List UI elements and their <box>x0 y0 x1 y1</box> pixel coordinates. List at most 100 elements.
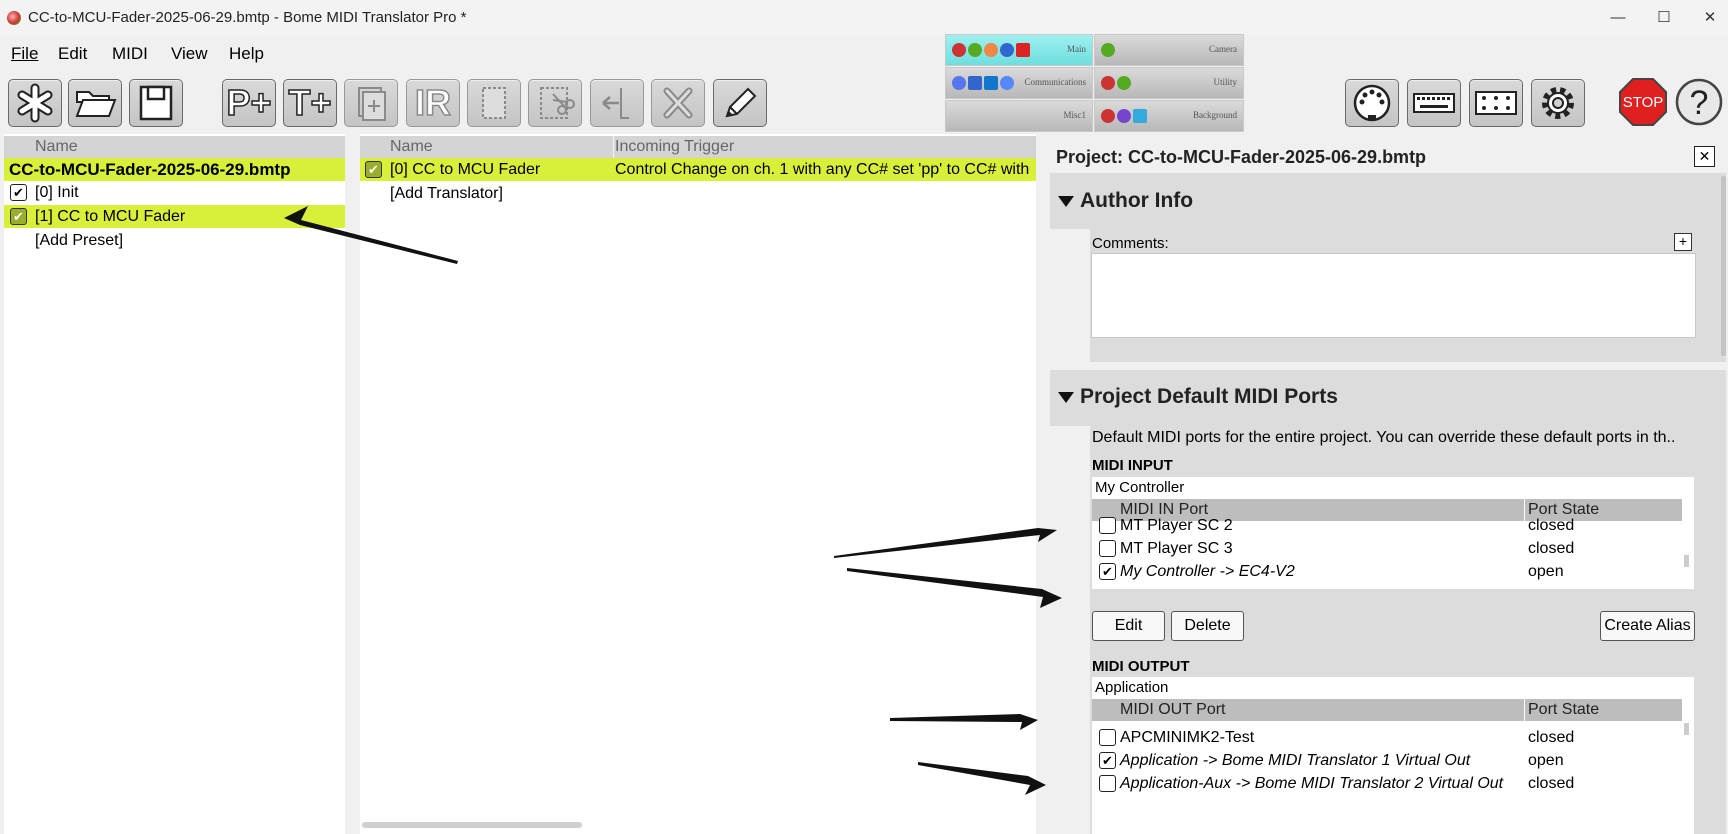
help-label: ? <box>1690 84 1709 122</box>
menu-view[interactable]: View <box>171 44 208 64</box>
midi-ports-button[interactable] <box>1345 79 1399 127</box>
properties-scrollbar[interactable] <box>1721 176 1726 356</box>
comments-textarea[interactable] <box>1091 253 1696 338</box>
midi-in-port-row[interactable]: MT Player SC 2 closed <box>1092 514 1682 537</box>
edit-alias-button[interactable]: Edit <box>1092 611 1165 641</box>
preset-row-selected[interactable]: ✔ [1] CC to MCU Fader <box>4 205 345 228</box>
new-project-button[interactable] <box>8 79 62 127</box>
port-state: open <box>1528 752 1564 769</box>
add-preset-link[interactable]: [Add Preset] <box>35 229 123 252</box>
midi-in-port-row[interactable]: ✔ My Controller -> EC4-V2 open <box>1092 560 1682 583</box>
project-row[interactable]: CC-to-MCU-Fader-2025-06-29.bmtp <box>4 158 345 181</box>
tab-main-label: Main <box>1067 44 1086 54</box>
midi-in-port-row[interactable]: MT Player SC 3 closed <box>1092 537 1682 560</box>
tab-camera-label: Camera <box>1209 44 1237 54</box>
project-name: CC-to-MCU-Fader-2025-06-29.bmtp <box>9 160 291 179</box>
port-table-scrollbar[interactable] <box>1684 723 1689 735</box>
add-translator-link[interactable]: [Add Translator] <box>390 182 503 205</box>
tab-misc1[interactable]: Misc1 <box>945 100 1093 132</box>
copy-button[interactable] <box>467 79 521 127</box>
stop-icon[interactable]: STOP <box>1618 77 1668 127</box>
open-project-button[interactable] <box>68 79 122 127</box>
midi-ports-heading: Project Default MIDI Ports <box>1080 385 1338 408</box>
comments-label: Comments: <box>1092 235 1169 252</box>
splitter[interactable] <box>345 134 360 834</box>
dots-button[interactable] <box>1469 79 1523 127</box>
port-state: closed <box>1528 517 1575 534</box>
app-icon <box>968 76 982 90</box>
midi-out-port-row[interactable]: ✔ Application -> Bome MIDI Translator 1 … <box>1092 749 1682 772</box>
preset-column-header: Name <box>4 136 345 158</box>
preset-checkbox[interactable]: ✔ <box>10 184 27 201</box>
port-checkbox[interactable] <box>1099 517 1116 534</box>
add-preset-button[interactable]: P+ <box>222 79 276 127</box>
tab-utility[interactable]: Utility <box>1094 67 1244 99</box>
menu-edit[interactable]: Edit <box>58 44 87 64</box>
keyboard-button[interactable] <box>1407 79 1461 127</box>
port-checkbox[interactable] <box>1099 729 1116 746</box>
port-checkbox[interactable]: ✔ <box>1099 752 1116 769</box>
collapse-triangle-icon[interactable] <box>1058 196 1074 207</box>
preset-row[interactable]: ✔ [0] Init <box>4 181 345 204</box>
port-checkbox[interactable] <box>1099 775 1116 792</box>
settings-button[interactable] <box>1531 79 1585 127</box>
tab-camera[interactable]: Camera <box>1094 34 1244 66</box>
translator-row-selected[interactable]: ✔ [0] CC to MCU Fader Control Change on … <box>360 158 1036 181</box>
tab-background-label: Background <box>1193 110 1237 120</box>
author-info-section: Comments: + <box>1090 229 1726 362</box>
tab-main[interactable]: Main <box>945 34 1093 66</box>
tab-communications[interactable]: Communications <box>945 67 1093 99</box>
author-info-heading: Author Info <box>1080 189 1194 212</box>
tab-background[interactable]: Background <box>1094 100 1244 132</box>
paste-icon <box>602 88 629 119</box>
create-alias-button[interactable]: Create Alias <box>1600 611 1695 641</box>
port-checkbox[interactable]: ✔ <box>1099 563 1116 580</box>
translator-trigger: Control Change on ch. 1 with any CC# set… <box>615 161 1030 178</box>
paste-button[interactable] <box>590 79 644 127</box>
midi-ports-header[interactable]: Project Default MIDI Ports <box>1050 370 1726 426</box>
preset-list: Name CC-to-MCU-Fader-2025-06-29.bmtp ✔ [… <box>4 134 345 834</box>
port-state-col: Port State <box>1528 701 1600 718</box>
midi-out-port-row[interactable]: Application-Aux -> Bome MIDI Translator … <box>1092 772 1682 795</box>
app-icon <box>984 43 998 57</box>
menu-bar: File Edit MIDI View Help <box>0 36 1728 70</box>
copy-icon <box>482 87 506 119</box>
gear-icon <box>1542 87 1574 119</box>
port-checkbox[interactable] <box>1099 540 1116 557</box>
cut-button[interactable] <box>528 79 582 127</box>
add-comment-button[interactable]: + <box>1674 233 1692 251</box>
horizontal-scrollbar[interactable] <box>362 822 582 828</box>
app-icon <box>1016 43 1030 57</box>
midi-output-alias-field[interactable]: Application <box>1092 677 1694 699</box>
midi-input-alias-field[interactable]: My Controller <box>1092 477 1694 499</box>
folder-open-icon <box>75 91 117 117</box>
save-project-button[interactable] <box>129 79 183 127</box>
ir-button[interactable]: IR <box>406 79 460 127</box>
menu-file[interactable]: File <box>11 44 38 64</box>
midi-out-port-table: MIDI OUT Port Port State APCMINIMK2-Test… <box>1092 699 1694 834</box>
edit-button[interactable] <box>713 79 767 127</box>
delete-button[interactable] <box>651 79 705 127</box>
port-table-scrollbar[interactable] <box>1684 555 1689 567</box>
translator-checkbox[interactable]: ✔ <box>365 161 382 178</box>
minimize-button[interactable]: — <box>1595 2 1641 34</box>
menu-midi[interactable]: MIDI <box>112 44 148 64</box>
help-icon[interactable]: ? <box>1674 77 1724 127</box>
midi-in-port-table: MIDI IN Port Port State MT Player SC 2 c… <box>1092 499 1694 589</box>
maximize-button[interactable]: ☐ <box>1641 2 1687 34</box>
author-info-header[interactable]: Author Info <box>1050 173 1726 229</box>
tab-communications-label: Communications <box>1024 77 1087 87</box>
close-window-button[interactable]: ✕ <box>1687 2 1728 34</box>
delete-alias-button[interactable]: Delete <box>1171 611 1244 641</box>
preset-checkbox[interactable]: ✔ <box>10 208 27 225</box>
close-properties-button[interactable]: ✕ <box>1694 146 1715 167</box>
properties-title: Project: CC-to-MCU-Fader-2025-06-29.bmtp <box>1056 147 1427 167</box>
duplicate-button[interactable] <box>344 79 398 127</box>
scissors-icon <box>540 87 575 119</box>
incoming-trigger-header: Incoming Trigger <box>615 138 735 155</box>
midi-out-port-row[interactable]: APCMINIMK2-Test closed <box>1092 726 1682 749</box>
menu-help[interactable]: Help <box>229 44 264 64</box>
collapse-triangle-icon[interactable] <box>1058 392 1074 403</box>
preset-name-header: Name <box>35 138 78 155</box>
add-translator-button[interactable]: T+ <box>283 79 337 127</box>
